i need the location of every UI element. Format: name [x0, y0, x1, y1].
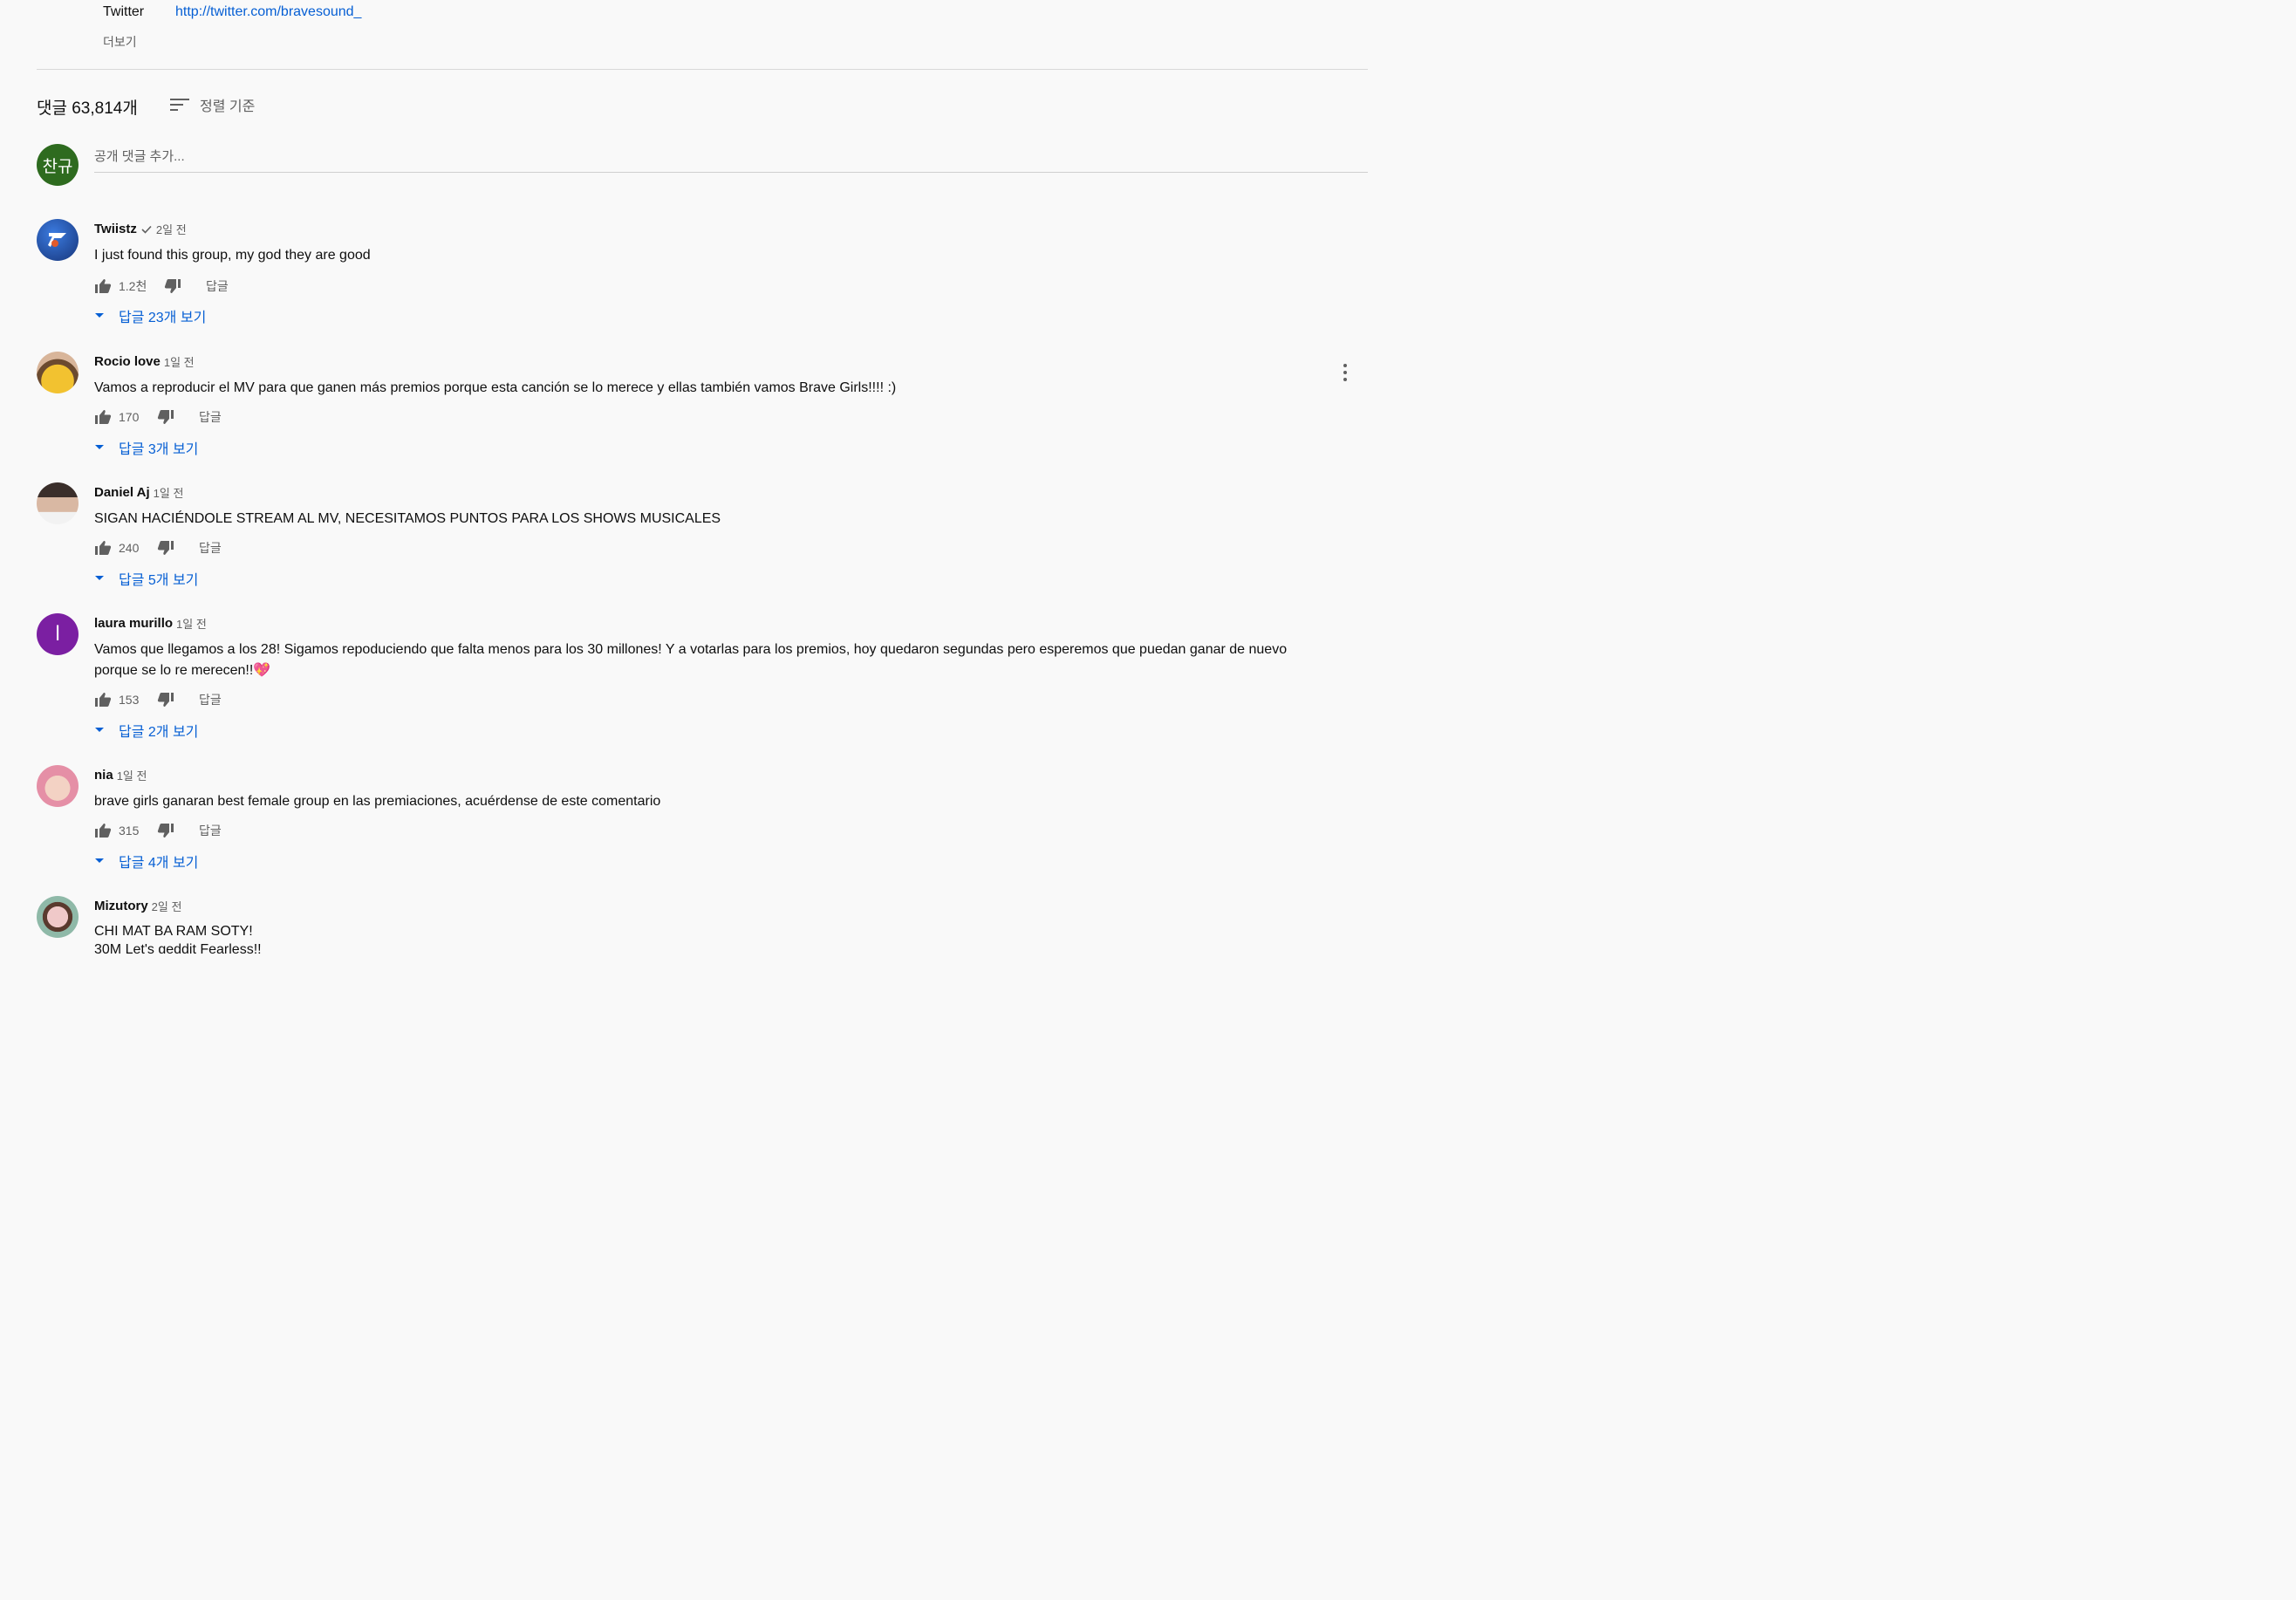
like-count: 170 [119, 410, 140, 424]
dislike-icon[interactable] [157, 823, 174, 838]
sort-icon [170, 99, 189, 111]
twitter-link[interactable]: http://twitter.com/bravesound_ [175, 4, 361, 20]
avatar[interactable] [37, 219, 79, 261]
like-icon[interactable] [94, 823, 112, 838]
caret-down-icon [95, 728, 104, 732]
dislike-icon[interactable] [164, 278, 181, 294]
caret-down-icon [95, 576, 104, 580]
reply-button[interactable]: 답글 [206, 277, 229, 295]
comment-time[interactable]: 1일 전 [164, 353, 195, 370]
avatar[interactable] [37, 352, 79, 393]
like-icon[interactable] [94, 540, 112, 556]
like-icon[interactable] [94, 692, 112, 708]
view-replies-label: 답글 2개 보기 [119, 725, 199, 740]
avatar[interactable]: l [37, 613, 79, 655]
view-replies-button[interactable]: 답글 2개 보기 [94, 720, 198, 741]
view-replies-label: 답글 5개 보기 [119, 573, 199, 588]
show-more-button[interactable]: 더보기 [103, 33, 137, 51]
more-actions-icon[interactable] [1336, 364, 1354, 381]
like-count: 1.2천 [119, 279, 147, 293]
comment-text: CHI MAT BA RAM SOTY! 30M Let's geddit Fe… [94, 922, 1333, 954]
comment-item: Daniel Aj 1일 전 SIGAN HACIÉNDOLE STREAM A… [37, 482, 1354, 596]
view-replies-button[interactable]: 답글 3개 보기 [94, 437, 198, 458]
comment-text-line: 30M Let's geddit Fearless!! [94, 942, 262, 954]
comment-time[interactable]: 1일 전 [154, 484, 184, 501]
avatar[interactable] [37, 896, 79, 938]
view-replies-button[interactable]: 답글 4개 보기 [94, 851, 198, 872]
comment-item: Rocio love 1일 전 Vamos a reproducir el MV… [37, 352, 1354, 465]
comment-time[interactable]: 1일 전 [176, 615, 207, 632]
my-avatar: 찬규 [37, 144, 79, 186]
comment-text: I just found this group, my god they are… [94, 248, 371, 263]
comment-item: Twiistz 2일 전 I just found this group, my… [37, 219, 1354, 332]
verified-icon [141, 225, 152, 234]
avatar[interactable] [37, 482, 79, 524]
comment-item: nia 1일 전 brave girls ganaran best female… [37, 765, 1354, 879]
like-count: 240 [119, 541, 140, 555]
sort-button[interactable]: 정렬 기준 [170, 94, 255, 115]
like-count: 153 [119, 693, 140, 707]
comment-text: Vamos a reproducir el MV para que ganen … [94, 380, 897, 395]
comment-author[interactable]: Twiistz [94, 222, 137, 236]
view-replies-label: 답글 23개 보기 [119, 311, 207, 325]
divider [37, 69, 1368, 70]
dislike-icon[interactable] [157, 409, 174, 425]
comment-time[interactable]: 2일 전 [152, 898, 182, 914]
comment-author[interactable]: Daniel Aj [94, 485, 150, 500]
dislike-icon[interactable] [157, 692, 174, 708]
caret-down-icon [95, 313, 104, 318]
comment-time[interactable]: 2일 전 [156, 221, 187, 237]
view-replies-label: 답글 3개 보기 [119, 442, 199, 457]
like-icon[interactable] [94, 409, 112, 425]
comment-author[interactable]: nia [94, 768, 113, 783]
caret-down-icon [95, 858, 104, 863]
like-count: 315 [119, 824, 140, 838]
comment-text: Vamos que llegamos a los 28! Sigamos rep… [94, 642, 1288, 678]
add-comment-input[interactable]: 공개 댓글 추가... [94, 147, 1368, 173]
comment-time[interactable]: 1일 전 [117, 767, 147, 783]
comment-text: brave girls ganaran best female group en… [94, 794, 661, 809]
twitter-label: Twitter [103, 4, 145, 19]
view-replies-button[interactable]: 답글 23개 보기 [94, 305, 206, 326]
comment-author[interactable]: Mizutory [94, 899, 148, 913]
like-icon[interactable] [94, 278, 112, 294]
avatar[interactable] [37, 765, 79, 807]
reply-button[interactable]: 답글 [199, 691, 222, 708]
comment-item: l laura murillo 1일 전 Vamos que llegamos … [37, 613, 1354, 753]
comment-item: Mizutory 2일 전 CHI MAT BA RAM SOTY! 30M L… [37, 896, 1354, 954]
comment-text-line: CHI MAT BA RAM SOTY! [94, 924, 253, 939]
view-replies-button[interactable]: 답글 5개 보기 [94, 568, 198, 589]
comment-text: SIGAN HACIÉNDOLE STREAM AL MV, NECESITAM… [94, 511, 721, 526]
view-replies-label: 답글 4개 보기 [119, 856, 199, 871]
dislike-icon[interactable] [157, 540, 174, 556]
sort-label: 정렬 기준 [200, 99, 256, 114]
caret-down-icon [95, 445, 104, 449]
reply-button[interactable]: 답글 [199, 408, 222, 426]
reply-button[interactable]: 답글 [199, 539, 222, 557]
reply-button[interactable]: 답글 [199, 822, 222, 839]
channel-logo-icon [48, 233, 66, 247]
comment-author[interactable]: Rocio love [94, 354, 161, 369]
comment-author[interactable]: laura murillo [94, 616, 173, 631]
comment-count: 댓글 63,814개 [37, 99, 138, 118]
